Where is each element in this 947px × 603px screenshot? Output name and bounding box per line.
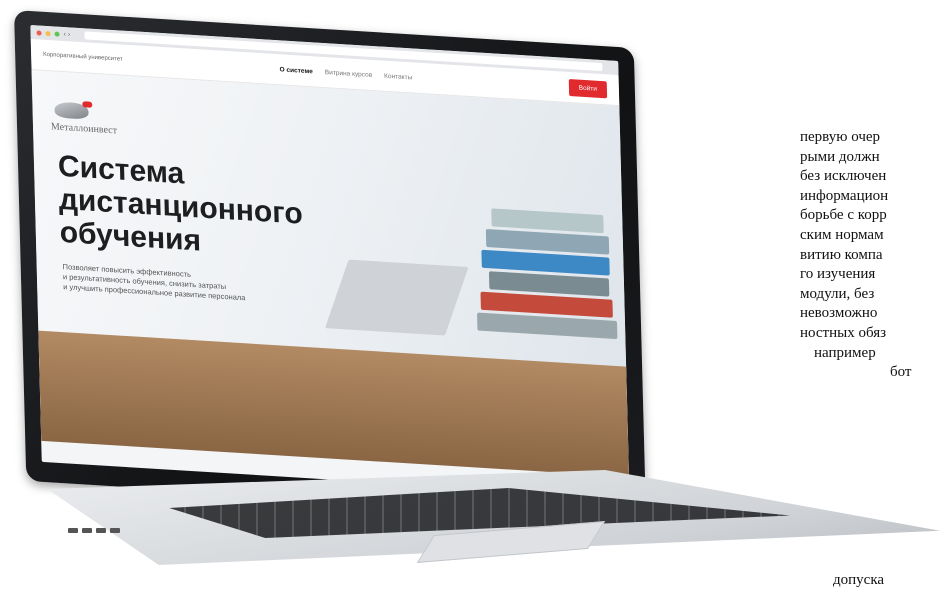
site-logo: Корпоративный университет — [43, 51, 123, 63]
article-line: модули, без — [800, 285, 875, 302]
article-line: ским нормам — [800, 226, 884, 243]
laptop-base — [10, 470, 947, 580]
nav-courses: Витрина курсов — [324, 68, 373, 79]
hero-subtitle: Позволяет повысить эффективность и резул… — [63, 262, 324, 308]
login-button: Войти — [568, 78, 608, 98]
minimize-window-icon — [45, 30, 51, 36]
nav-about: О системе — [279, 65, 313, 75]
brand-name: Металлоинвест — [50, 121, 118, 137]
article-line: борьбе с корр — [800, 207, 887, 224]
laptop-ports — [68, 520, 124, 538]
article-line: бот — [890, 364, 912, 381]
nav-contacts: Контакты — [384, 72, 413, 81]
article-line: рыми должн — [800, 148, 880, 165]
article-line: невозможно — [800, 305, 878, 322]
port-icon — [96, 528, 106, 533]
article-bottom-fragment: допуска — [833, 572, 885, 588]
laptop-screen: ‹ › Корпоративный университет О системе … — [30, 25, 630, 498]
article-line: го изучения — [800, 266, 876, 283]
hero-laptop-image — [324, 259, 469, 336]
article-line: витию компа — [800, 246, 883, 263]
back-forward-icon: ‹ › — [63, 30, 71, 38]
port-icon — [110, 528, 120, 533]
article-line: например — [814, 344, 876, 361]
article-text-column: первую очер рыми должн без исключен инфо… — [800, 128, 947, 383]
port-icon — [82, 528, 92, 533]
brand-logo-icon — [54, 101, 89, 120]
article-line: без исключен — [800, 168, 887, 185]
hero-banner: Металлоинвест Система дистанционного обу… — [31, 70, 630, 477]
hero-title: Система дистанционного обучения — [58, 150, 304, 264]
article-line: ностных обяз — [800, 324, 887, 341]
book-stack-image — [474, 207, 618, 342]
desk-surface — [38, 330, 630, 477]
close-window-icon — [36, 29, 42, 36]
port-icon — [68, 528, 78, 533]
laptop-lid: ‹ › Корпоративный университет О системе … — [14, 10, 647, 519]
maximize-window-icon — [54, 30, 60, 37]
article-line: первую очер — [800, 129, 881, 145]
article-line: информацион — [800, 187, 889, 204]
